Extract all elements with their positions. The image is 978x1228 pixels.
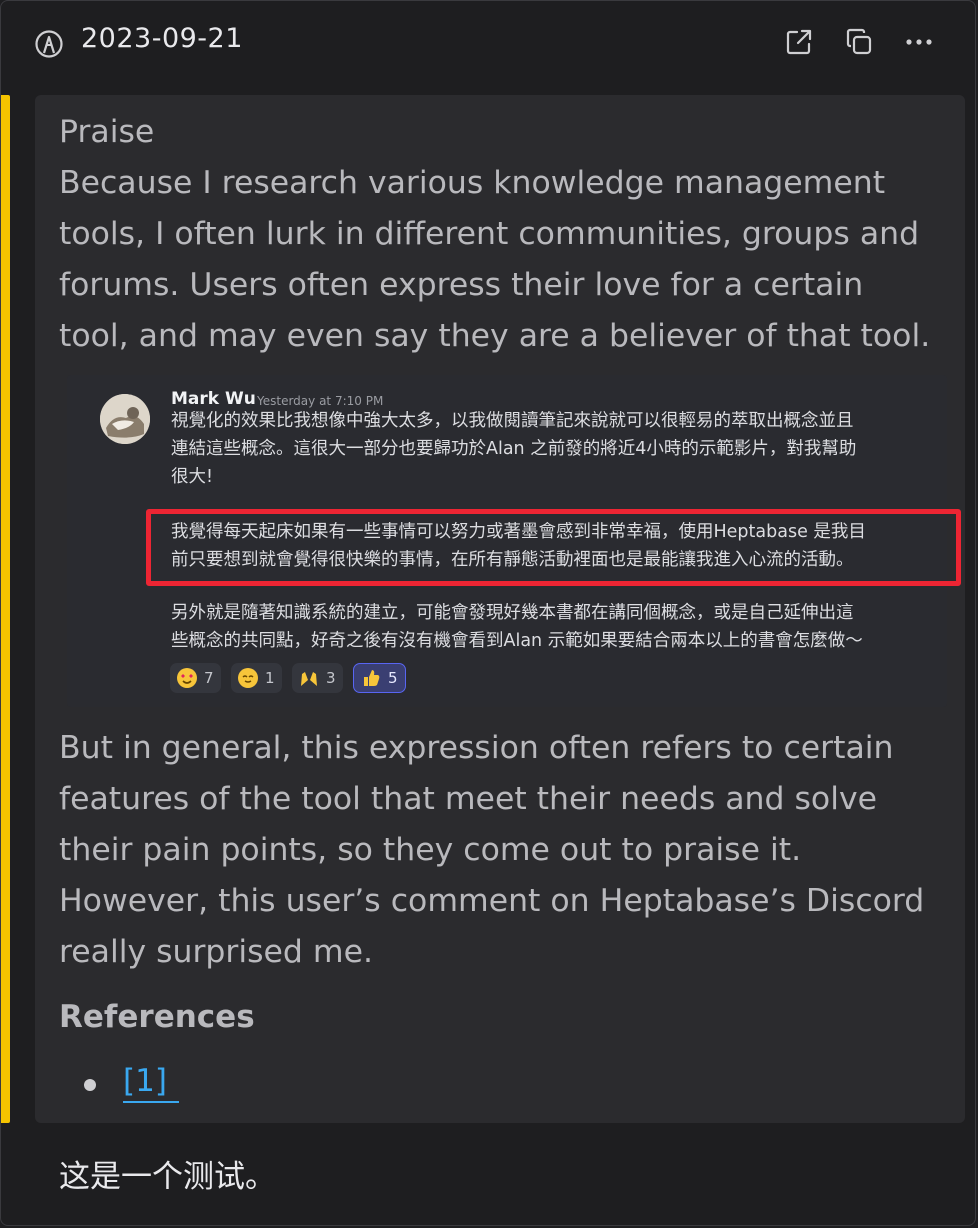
message-timestamp: Yesterday at 7:10 PM xyxy=(257,394,384,408)
duplicate-icon[interactable] xyxy=(844,27,874,57)
open-external-icon[interactable] xyxy=(784,27,814,57)
more-icon[interactable] xyxy=(904,27,934,57)
message-line: 些概念的共同點，好奇之後有沒有機會看到Alan 示範如果要結合兩本以上的書會怎麼… xyxy=(171,631,863,651)
author-name: Mark Wu xyxy=(171,389,256,409)
reaction-count: 5 xyxy=(388,669,398,687)
relieved-emoji-icon xyxy=(238,668,258,688)
reaction-raised-hands[interactable]: 3 xyxy=(292,663,343,693)
list-bullet xyxy=(84,1079,96,1091)
reaction-count: 1 xyxy=(265,669,275,687)
reaction-heart-eyes[interactable]: 7 xyxy=(170,663,221,693)
thumbs-up-emoji-icon xyxy=(361,668,381,688)
message-line: 另外就是隨著知識系統的建立，可能會發現好幾本書都在講同個概念，或是自己延伸出這 xyxy=(171,603,854,623)
references-heading: References xyxy=(59,999,255,1035)
pen-icon[interactable] xyxy=(34,29,64,59)
heart-eyes-emoji-icon xyxy=(177,668,197,688)
card-header: 2023-09-21 xyxy=(1,1,975,83)
reaction-count: 3 xyxy=(326,669,336,687)
date-title: 2023-09-21 xyxy=(81,23,243,54)
paragraph-intro: Praise Because I research various knowle… xyxy=(59,114,931,354)
note-text[interactable]: 这是一个测试。 xyxy=(59,1151,276,1196)
reaction-relieved[interactable]: 1 xyxy=(231,663,282,693)
paragraph-body: But in general, this expression often re… xyxy=(59,730,925,970)
message-line: 很大! xyxy=(171,467,214,487)
message-line: 視覺化的效果比我想像中強大太多，以我做閱讀筆記來說就可以很輕易的萃取出概念並且 xyxy=(171,411,854,431)
highlight-accent-bar xyxy=(1,95,10,1123)
message-line: 前只要想到就會覺得很快樂的事情，在所有靜態活動裡面也是最能讓我進入心流的活動。 xyxy=(171,550,854,570)
reaction-thumbs-up[interactable]: 5 xyxy=(353,663,406,693)
reaction-count: 7 xyxy=(204,669,214,687)
message-line: 我覺得每天起床如果有一些事情可以努力或著墨會感到非常幸福，使用Heptabase… xyxy=(171,522,866,542)
raised-hands-emoji-icon xyxy=(299,668,319,688)
avatar xyxy=(100,394,150,444)
discord-screenshot: Mark Wu Yesterday at 7:10 PM 視覺化的效果比我想像中… xyxy=(67,375,961,707)
reference-link[interactable]: [1] xyxy=(123,1061,179,1103)
message-line: 連結這些概念。這很大一部分也要歸功於Alan 之前發的將近4小時的示範影片，對我… xyxy=(171,439,857,459)
quote-block[interactable]: Praise Because I research various knowle… xyxy=(35,95,965,1123)
journal-card: 2023-09-21 Praise Because I research var… xyxy=(0,0,976,1226)
